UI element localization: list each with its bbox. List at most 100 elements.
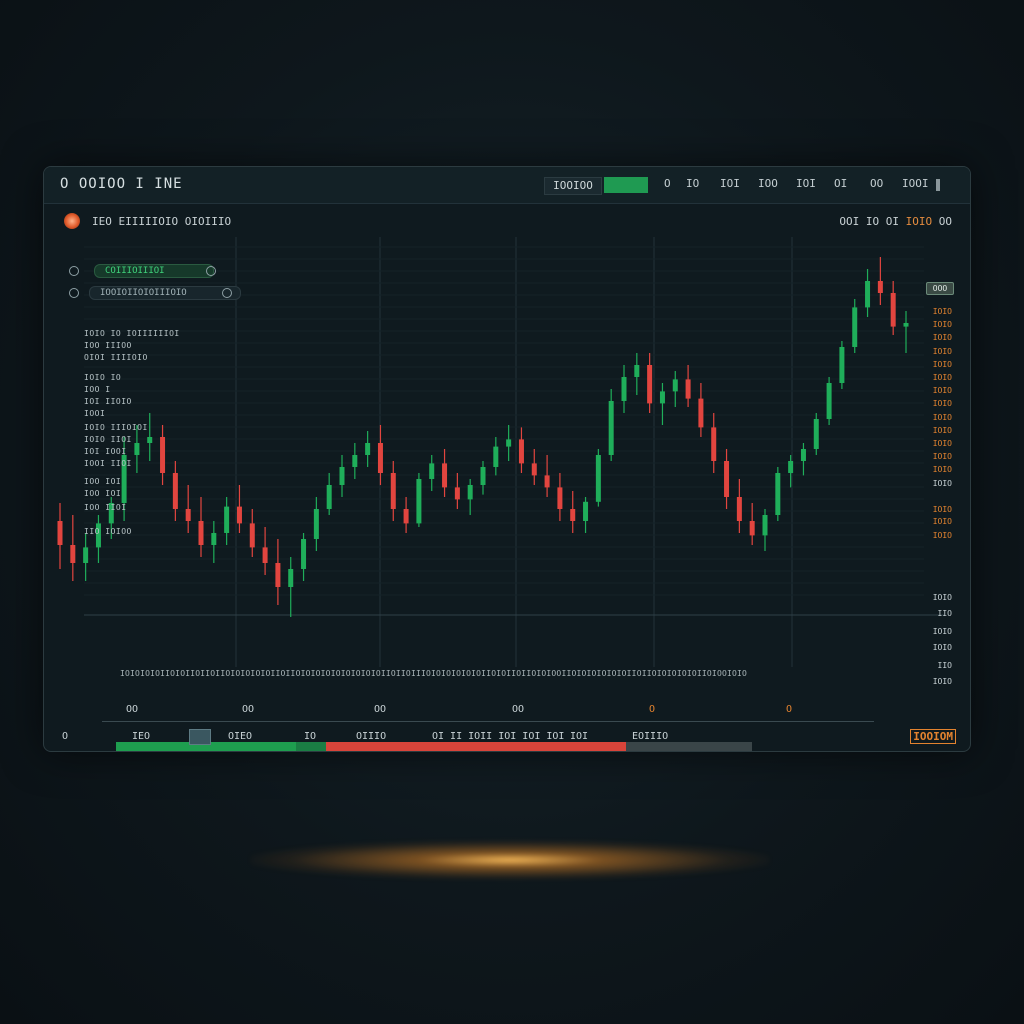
- price-axis-tick: IOIO: [932, 346, 952, 356]
- legend-line: IOO IIOI: [84, 503, 127, 512]
- symbol-header: IEO EIIIIIOIO OIOIIIO OOI IO OI IOIO OO: [44, 203, 970, 237]
- candle-body: [390, 473, 396, 509]
- candle-body: [147, 437, 153, 443]
- symbol-coin-icon: [64, 213, 80, 229]
- footer-item[interactable]: OIIIO: [356, 731, 386, 742]
- candle-body: [583, 501, 589, 521]
- indicator-settings-icon[interactable]: [222, 288, 232, 298]
- candle-body: [659, 391, 665, 404]
- price-axis-tick: IOIO: [932, 439, 952, 448]
- price-axis-tick: IOIO: [932, 373, 952, 382]
- legend-line: IOI IIOIO: [84, 397, 132, 406]
- color-swatch[interactable]: [189, 729, 211, 745]
- timeframe-field[interactable]: IOOIOO: [544, 177, 602, 195]
- footer-status-badge[interactable]: IOOIOM: [910, 729, 956, 744]
- price-axis-tick: IOIO: [932, 307, 952, 316]
- candle-body: [377, 443, 383, 473]
- price-axis-tick: IOIO: [932, 425, 952, 435]
- active-indicator-button[interactable]: [604, 177, 648, 193]
- trading-window: O OOIOO I INE IOOIOO O IO IOI IOO IOI OI…: [43, 166, 971, 752]
- toolbar-button-8[interactable]: IOOI: [902, 177, 929, 193]
- legend-line: IOIO IO IOIIIIIIOI: [84, 329, 180, 338]
- legend-line: IOO IIIOO: [84, 341, 132, 350]
- legend-line: IOO IOI: [84, 489, 122, 498]
- price-axis-tick: IOIO: [932, 505, 952, 514]
- toolbar-button-2[interactable]: IO: [686, 177, 699, 193]
- indicator-pill-1[interactable]: COIIIOIIIOI: [94, 264, 214, 278]
- footer-item[interactable]: OI II IOII IOI IOI IOI: [432, 731, 564, 742]
- candle-body: [877, 281, 883, 293]
- x-axis-tick: OO: [374, 704, 387, 715]
- legend-line: IOIO IIIOIOI: [84, 423, 148, 432]
- candle-body: [621, 377, 627, 401]
- toolbar-button-3[interactable]: IOI: [720, 177, 740, 193]
- indicator-pill-2[interactable]: IOOIOIIOIOIIIOIO: [89, 286, 241, 300]
- reflection-glow: [250, 840, 770, 880]
- toolbar-button-5[interactable]: IOI: [796, 177, 816, 193]
- candle-body: [403, 509, 409, 524]
- x-axis-tick: O: [786, 704, 793, 715]
- price-axis-tick: IOIO: [932, 531, 952, 540]
- chart-plot-area[interactable]: COIIIOIIIOI IOOIOIIOIOIIIOIO IOIO IO IOI…: [44, 237, 970, 751]
- legend-line: IIO IOIOO: [84, 527, 132, 536]
- symbol-label: IEO EIIIIIOIO OIOIIIO: [92, 215, 232, 228]
- candle-body: [595, 455, 601, 502]
- candle-body: [211, 533, 217, 545]
- candlestick-chart[interactable]: [44, 237, 970, 707]
- candle-body: [557, 487, 563, 509]
- candle-body: [903, 323, 909, 327]
- candle-body: [647, 365, 653, 404]
- candle-body: [249, 523, 255, 548]
- candle-body: [672, 379, 678, 392]
- price-axis-tick: IOIO: [932, 593, 952, 602]
- candle-body: [531, 463, 537, 476]
- toolbar-divider: [936, 179, 940, 191]
- candle-body: [70, 545, 76, 563]
- candle-body: [454, 487, 460, 500]
- candle-body: [852, 307, 858, 347]
- footer-item[interactable]: OIEO: [228, 731, 252, 742]
- indicator-toggle-icon[interactable]: [69, 266, 79, 276]
- candle-body: [185, 509, 191, 521]
- candle-body: [724, 461, 730, 497]
- footer-item[interactable]: EOIIIO: [632, 731, 668, 742]
- candle-body: [416, 479, 422, 524]
- price-axis-tick: IOIO: [932, 465, 952, 475]
- candle-body: [339, 467, 345, 485]
- candle-body: [775, 473, 781, 515]
- candle-body: [736, 497, 742, 521]
- toolbar-button-6[interactable]: OI: [834, 177, 847, 193]
- candle-body: [467, 485, 473, 500]
- price-axis-tick: IOIO: [932, 677, 952, 686]
- ohlc-left: OOI IO: [839, 215, 880, 228]
- candle-body: [762, 515, 768, 536]
- candle-body: [172, 473, 178, 509]
- ohlc-readout: OOI IO OI IOIO OO: [839, 215, 952, 228]
- candle-body: [788, 461, 794, 473]
- candle-body: [865, 281, 871, 308]
- toolbar-button-7[interactable]: OO: [870, 177, 883, 193]
- footer-item[interactable]: IEO: [132, 731, 150, 742]
- indicator-settings-icon[interactable]: [206, 266, 216, 276]
- candle-body: [365, 443, 371, 455]
- link-icon[interactable]: O: [62, 731, 68, 742]
- price-axis-tick: IIO: [937, 609, 952, 618]
- footer-item[interactable]: IOI: [570, 731, 588, 742]
- price-axis-tick: IOIO: [932, 399, 952, 409]
- candle-body: [83, 547, 89, 563]
- candle-body: [480, 467, 486, 485]
- candle-body: [493, 446, 499, 467]
- ticker-strip: IOIOIOIOIIOIOIIOIIOIIOIOIOIOIOIIOIIOIOIO…: [120, 669, 748, 678]
- footer-item[interactable]: IO: [304, 731, 316, 742]
- candle-body: [839, 347, 845, 383]
- toolbar-button-4[interactable]: IOO: [758, 177, 778, 193]
- indicator-toggle-icon[interactable]: [69, 288, 79, 298]
- legend-line: IOO I: [84, 385, 111, 394]
- candle-body: [275, 563, 281, 587]
- candle-body: [326, 485, 332, 509]
- candle-body: [890, 293, 896, 327]
- toolbar-button-1[interactable]: O: [664, 177, 671, 193]
- candle-body: [813, 419, 819, 449]
- x-axis-tick: OO: [242, 704, 255, 715]
- candle-body: [198, 521, 204, 545]
